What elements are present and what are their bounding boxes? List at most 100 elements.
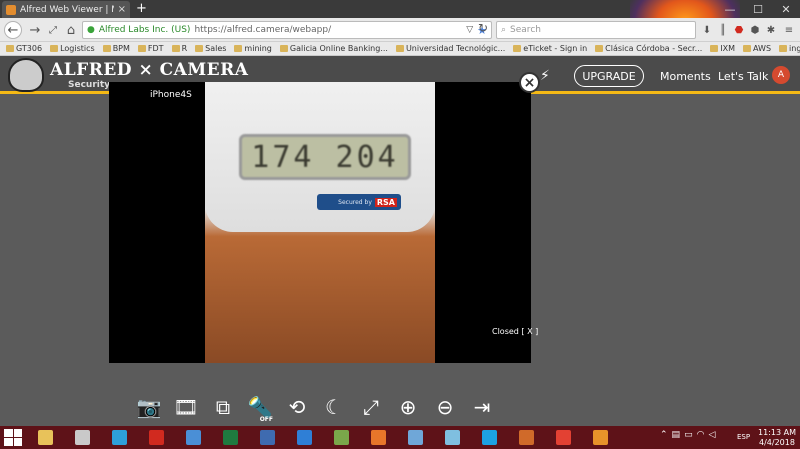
moments-link[interactable]: Moments	[660, 70, 711, 83]
bookmark-item[interactable]: Sales	[195, 44, 226, 53]
r-studio-glyph	[259, 430, 275, 445]
extension-icon[interactable]: ✱	[764, 23, 778, 37]
camera-status: Closed [ X ]	[492, 327, 539, 336]
bookmark-item[interactable]: Universidad Tecnológic...	[395, 44, 505, 53]
notepad-glyph	[444, 430, 460, 445]
opera-icon[interactable]	[141, 427, 171, 448]
exit-icon[interactable]: ⇥	[469, 394, 495, 420]
zoom-in-icon[interactable]: ⊕	[395, 394, 421, 420]
media-player-icon[interactable]	[511, 427, 541, 448]
bookmark-item[interactable]: GT306	[6, 44, 42, 53]
url-bar[interactable]: ● Alfred Labs Inc. (US) https://alfred.c…	[82, 21, 492, 39]
rotate-glyph: ⟲	[288, 395, 306, 419]
record-icon[interactable]: 🎞	[173, 394, 199, 420]
bookmark-item[interactable]: Logistics	[50, 44, 95, 53]
bookmark-item[interactable]: mining	[234, 44, 272, 53]
adblock-icon[interactable]: ⬣	[732, 23, 746, 37]
tab-title: Alfred Web Viewer | Monit	[20, 4, 114, 15]
excel-icon[interactable]	[215, 427, 245, 448]
extension-icon[interactable]: ⬢	[748, 23, 762, 37]
bookmark-label: Galicia Online Banking...	[289, 44, 388, 53]
home-icon[interactable]: ⌂	[62, 21, 80, 39]
bookmark-item[interactable]: Galicia Online Banking...	[279, 44, 388, 53]
app-icon[interactable]	[326, 427, 356, 448]
snapshot-icon[interactable]: 📷	[136, 394, 162, 420]
bookmark-label: FDT	[147, 44, 164, 53]
maximize-button[interactable]: ☐	[744, 0, 772, 18]
zoom-out-icon[interactable]: ⊖	[432, 394, 458, 420]
taskbar-clock[interactable]: 11:13 AM 4/4/2018	[758, 428, 796, 448]
tab-favicon-icon	[6, 4, 16, 15]
navigation-bar: ← → ⤢ ⌂ ● Alfred Labs Inc. (US) https://…	[0, 18, 800, 42]
notepad-icon[interactable]	[437, 427, 467, 448]
bookmark-folder-icon	[395, 45, 404, 52]
tab-close-icon[interactable]: ×	[118, 4, 126, 15]
avatar[interactable]: A	[772, 66, 790, 84]
close-window-button[interactable]: ✕	[772, 0, 800, 18]
bookmark-label: Logistics	[60, 44, 95, 53]
new-tab-button[interactable]: +	[136, 1, 147, 16]
r-studio-icon[interactable]	[252, 427, 282, 448]
night-mode-icon[interactable]: ☾	[321, 394, 347, 420]
back-button[interactable]: ←	[4, 21, 22, 39]
tray-volume-icon[interactable]: ◁	[708, 430, 715, 440]
bookmark-item[interactable]: BPM	[102, 44, 130, 53]
chrome-icon[interactable]	[548, 427, 578, 448]
search-icon: ⌕	[501, 25, 507, 35]
bookmark-folder-icon	[195, 45, 204, 52]
menu-icon[interactable]: ≡	[782, 23, 796, 37]
lets-talk-link[interactable]: Let's Talk	[718, 70, 768, 83]
notes-icon[interactable]	[400, 427, 430, 448]
bookmark-folder-icon	[137, 45, 146, 52]
bookmark-item[interactable]: IXM	[710, 44, 735, 53]
tray-chevron-icon[interactable]: ⌃	[660, 430, 668, 440]
snapshot-glyph: 📷	[136, 395, 162, 419]
library-icon[interactable]: ║	[716, 23, 730, 37]
pocket-icon[interactable]: ▽	[466, 25, 473, 35]
fullscreen-icon[interactable]: ⤢	[358, 394, 384, 420]
secured-by-text: Secured by	[338, 198, 372, 206]
language-indicator[interactable]: ESP	[737, 433, 750, 441]
tray-battery-icon[interactable]: ▭	[684, 430, 693, 440]
minimize-button[interactable]: —	[716, 0, 744, 18]
bookmark-folder-icon	[234, 45, 243, 52]
store-icon[interactable]	[585, 427, 615, 448]
close-viewer-button[interactable]: ×	[519, 72, 540, 93]
bookmark-folder-icon	[595, 45, 604, 52]
bookmark-item[interactable]: ingre...	[779, 44, 800, 53]
opera-glyph	[148, 430, 164, 445]
bird-app-icon[interactable]	[289, 427, 319, 448]
bookmark-label: Sales	[205, 44, 227, 53]
media-player-glyph	[518, 430, 534, 445]
skype-icon[interactable]	[474, 427, 504, 448]
fullscreen-toggle-icon[interactable]: ⤢	[44, 21, 62, 39]
tray-wifi-icon[interactable]: ◠	[697, 430, 705, 440]
switch-camera-icon[interactable]: ⧉	[210, 394, 236, 420]
url-text[interactable]: https://alfred.camera/webapp/	[194, 25, 462, 35]
bookmark-folder-icon	[710, 45, 719, 52]
store-glyph	[592, 430, 608, 445]
search-bar[interactable]: ⌕ Search	[496, 21, 696, 39]
remote-app-icon[interactable]	[67, 427, 97, 448]
bookmark-item[interactable]: AWS	[743, 44, 771, 53]
file-explorer-icon[interactable]	[30, 427, 60, 448]
firefox-icon[interactable]	[363, 427, 393, 448]
telegram-icon[interactable]	[104, 427, 134, 448]
download-icon[interactable]: ⬇	[700, 23, 714, 37]
bookmark-item[interactable]: Clásica Córdoba - Secr...	[595, 44, 702, 53]
browser-tab[interactable]: Alfred Web Viewer | Monit ×	[2, 1, 130, 18]
flashlight-off-icon[interactable]: 🔦 OFF	[247, 394, 273, 423]
windows-start-icon[interactable]	[4, 429, 22, 446]
bookmark-label: IXM	[720, 44, 735, 53]
reload-icon[interactable]: ↻	[478, 21, 488, 35]
tray-network-icon[interactable]: ▤	[672, 430, 681, 440]
globe-app-icon[interactable]	[178, 427, 208, 448]
rotate-icon[interactable]: ⟲	[284, 394, 310, 420]
search-input[interactable]: Search	[510, 25, 541, 35]
upgrade-button[interactable]: UPGRADE	[574, 65, 644, 87]
bookmark-item[interactable]: FDT	[137, 44, 164, 53]
bookmark-item[interactable]: R	[171, 44, 187, 53]
forward-button[interactable]: →	[26, 21, 44, 39]
clock-time: 11:13 AM	[758, 428, 796, 437]
bookmark-item[interactable]: eTicket - Sign in	[513, 44, 587, 53]
